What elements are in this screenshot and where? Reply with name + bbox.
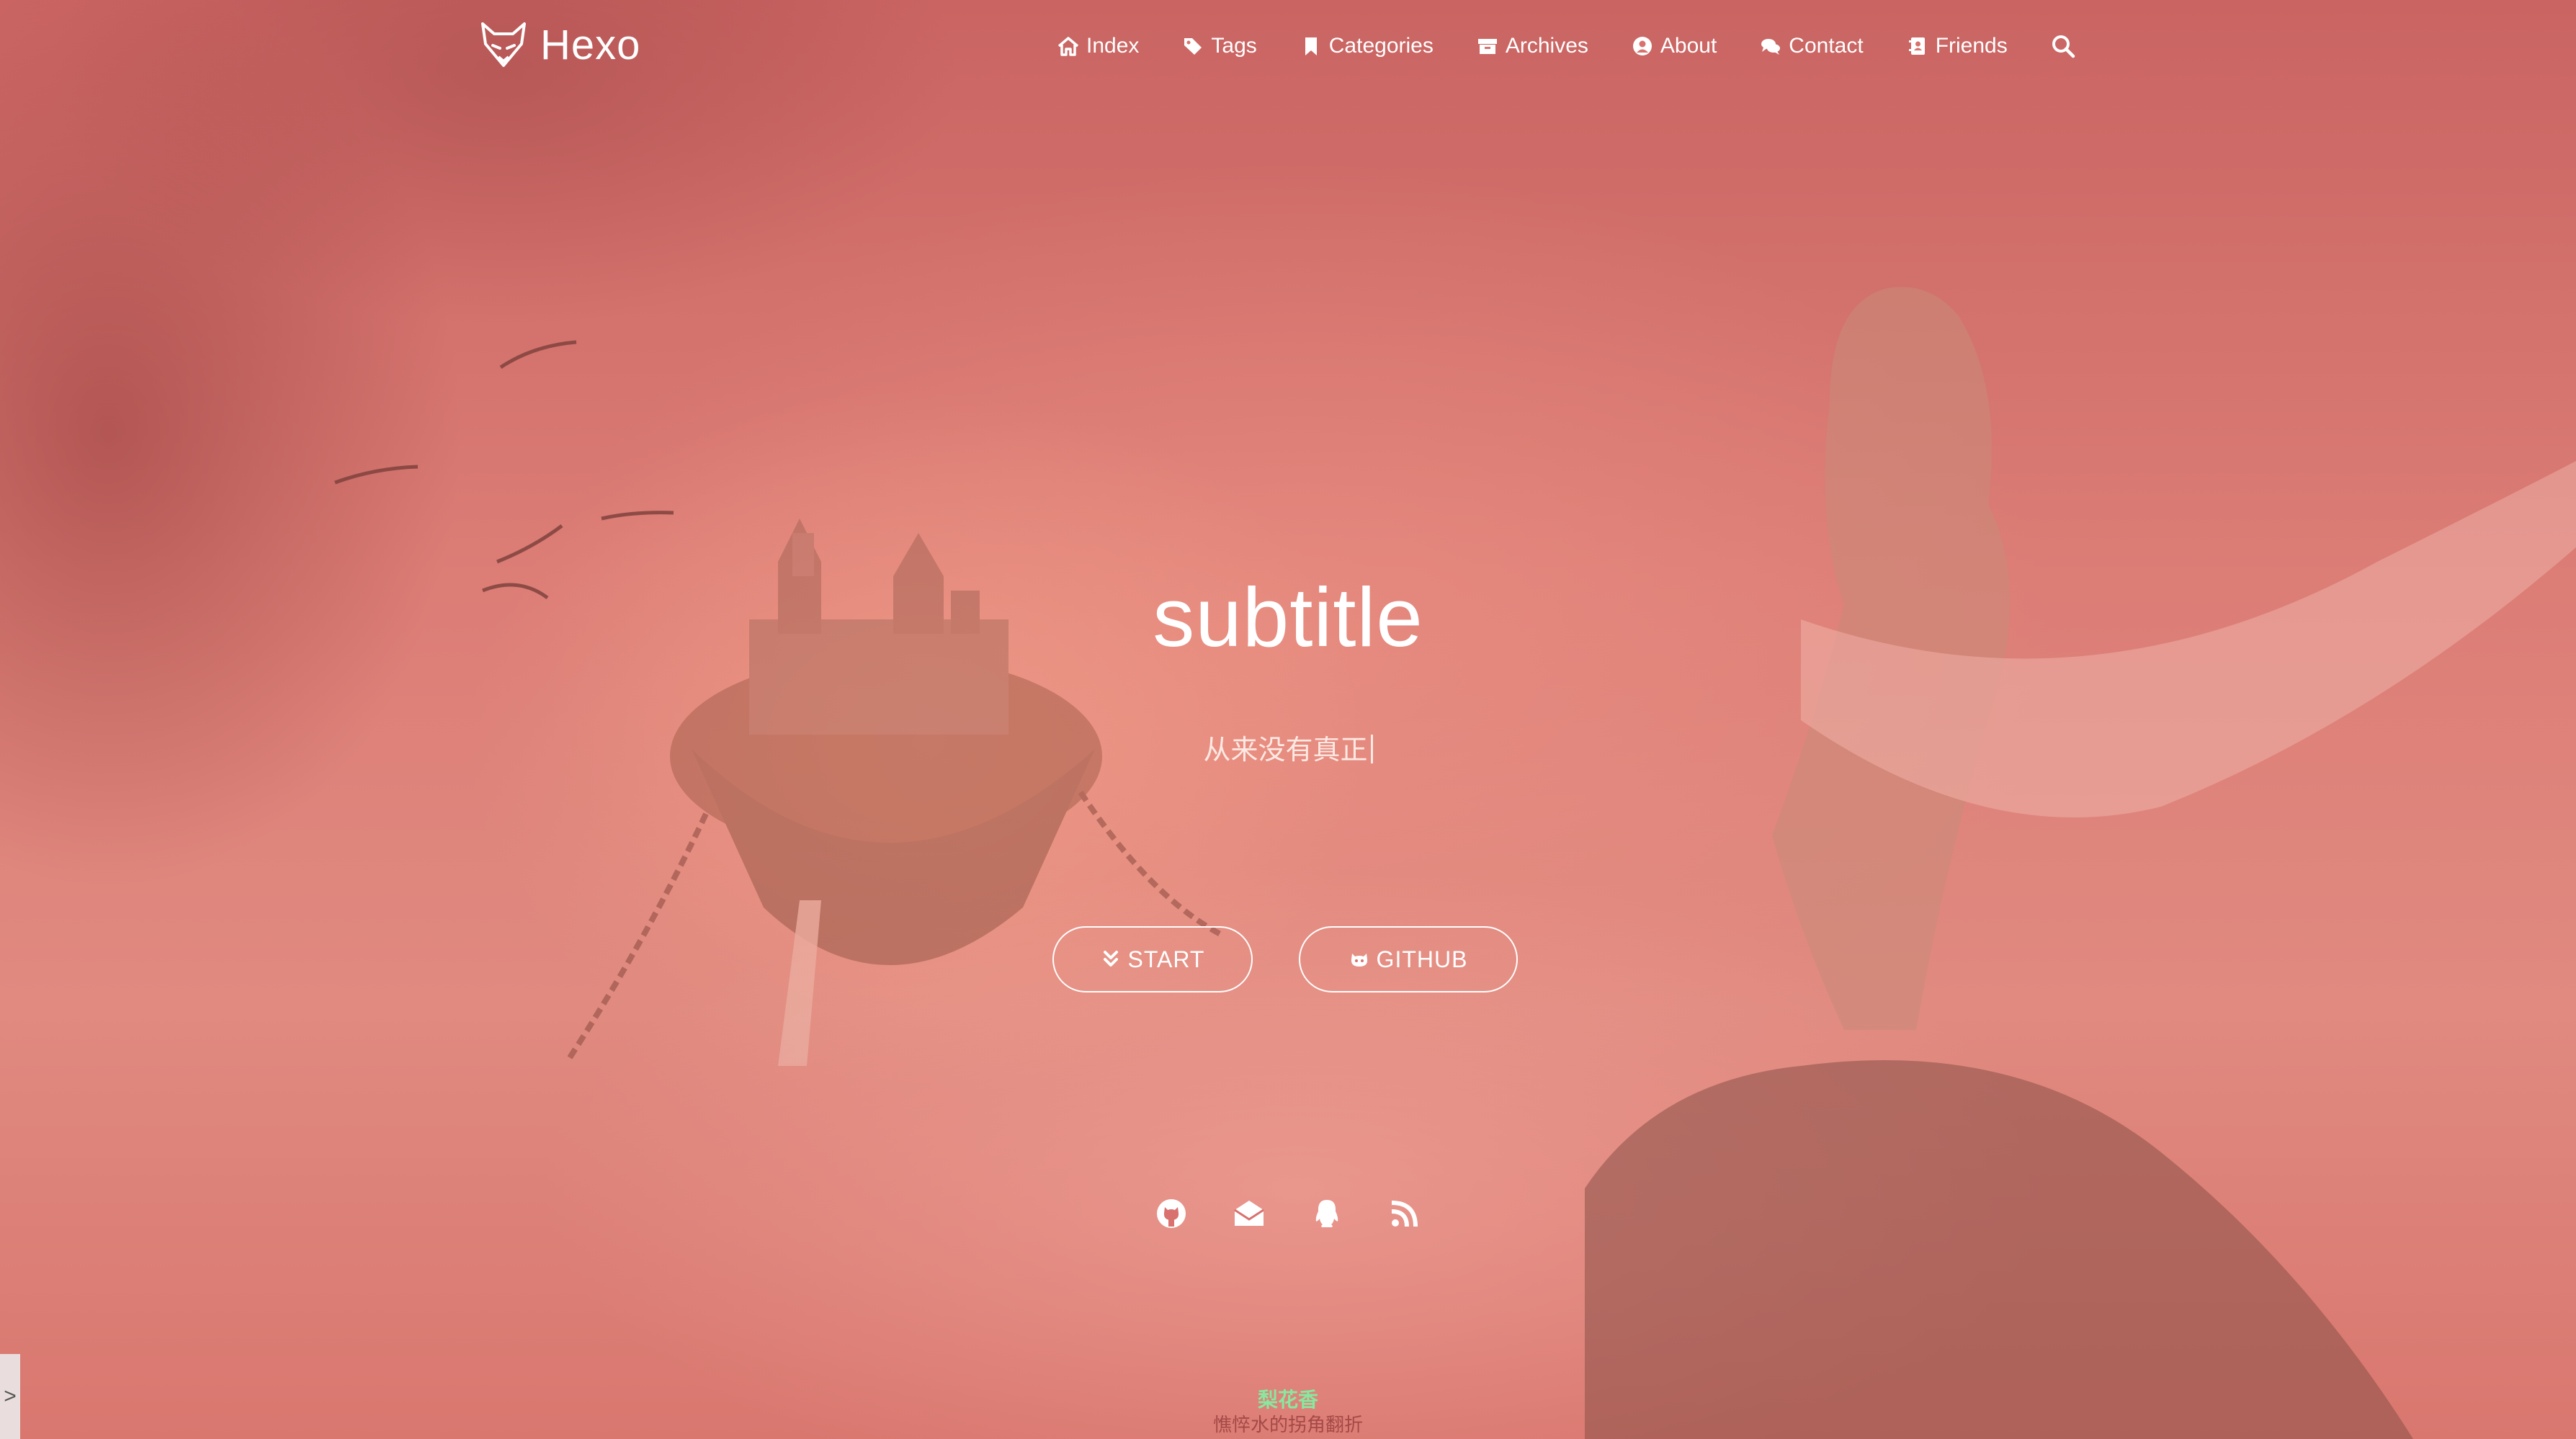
nav-item-label: About <box>1660 34 1717 58</box>
nav-item-label: Index <box>1086 34 1140 58</box>
address-book-icon <box>1908 37 1925 55</box>
home-icon <box>1057 37 1079 56</box>
navbar: Hexo Index Tags Categories Archives Abou… <box>0 0 2576 94</box>
qq-icon[interactable] <box>1310 1197 1343 1230</box>
github-button[interactable]: GITHUB <box>1299 926 1518 992</box>
nav-item-contact[interactable]: Contact <box>1760 34 1864 58</box>
nav-item-archives[interactable]: Archives <box>1477 34 1588 58</box>
start-button-label: START <box>1127 946 1205 972</box>
nav-menu: Index Tags Categories Archives About Con… <box>1057 24 2075 68</box>
nav-item-about[interactable]: About <box>1632 34 1717 58</box>
start-button[interactable]: START <box>1052 926 1253 992</box>
typing-cursor <box>1370 735 1373 763</box>
brand[interactable]: Hexo <box>478 16 640 73</box>
envelope-icon[interactable] <box>1233 1197 1266 1230</box>
rss-icon[interactable] <box>1388 1197 1421 1230</box>
hero-typed-subtitle: 从来没有真正 <box>0 727 2576 767</box>
woman-figure <box>1585 287 2576 1439</box>
nav-item-friends[interactable]: Friends <box>1907 34 2008 58</box>
github-icon[interactable] <box>1155 1197 1188 1230</box>
github-alt-icon <box>1351 954 1367 967</box>
hero-title: subtitle <box>1153 570 1423 664</box>
comments-icon <box>1761 39 1781 55</box>
nav-item-tags[interactable]: Tags <box>1182 34 1257 58</box>
side-drawer-toggle[interactable]: > <box>0 1354 20 1439</box>
tags-icon <box>1184 38 1202 55</box>
nav-item-categories[interactable]: Categories <box>1300 34 1434 58</box>
nav-item-label: Contact <box>1789 34 1864 58</box>
nav-item-label: Archives <box>1505 34 1588 58</box>
footer-music-title: 梨花香 <box>1257 1389 1318 1411</box>
archive-icon <box>1477 39 1497 54</box>
chevron-right-icon: > <box>4 1384 17 1408</box>
birds <box>334 340 674 600</box>
bookmark-icon <box>1305 37 1317 55</box>
typed-text: 从来没有真正 <box>1203 735 1368 766</box>
brand-name: Hexo <box>540 21 641 68</box>
nav-item-index[interactable]: Index <box>1057 34 1139 58</box>
nav-item-label: Tags <box>1211 34 1257 58</box>
github-button-label: GITHUB <box>1376 946 1468 972</box>
nav-item-label: Friends <box>1935 34 2008 58</box>
footer-lyric: 憔悴水的拐角翻折 <box>1212 1414 1363 1435</box>
fox-logo-icon <box>481 22 526 67</box>
nav-item-label: Categories <box>1328 34 1434 58</box>
user-circle-icon <box>1632 37 1652 55</box>
search-icon[interactable] <box>2051 34 2075 58</box>
angle-double-down-icon <box>1103 951 1118 967</box>
social-links <box>0 1197 2576 1230</box>
